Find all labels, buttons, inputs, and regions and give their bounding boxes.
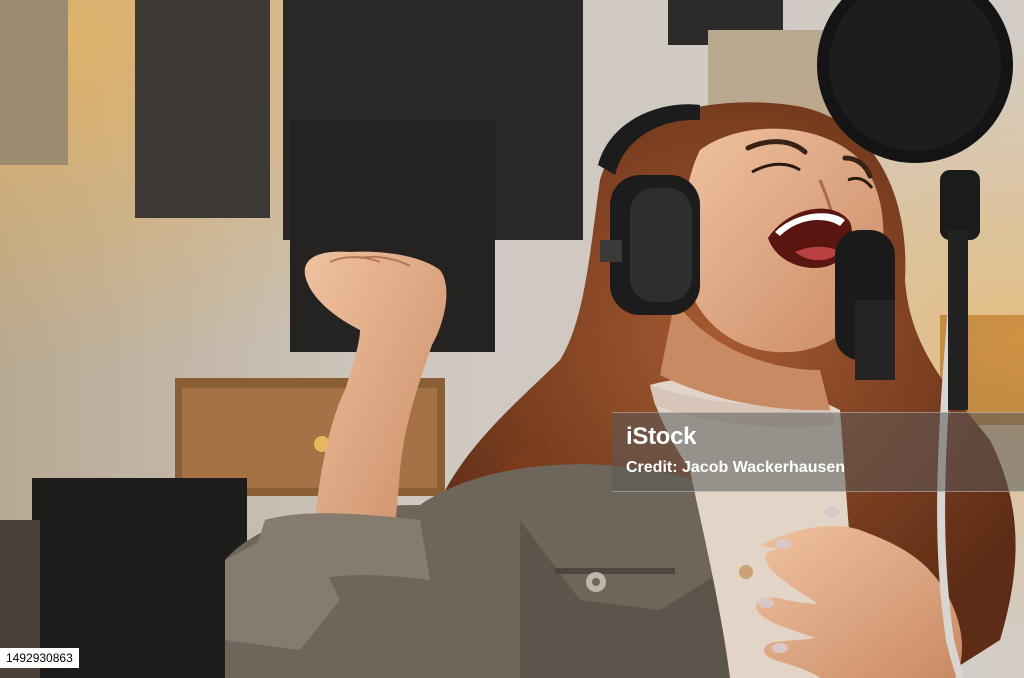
watermark-credit: Credit: Jacob Wackerhausen — [626, 459, 846, 476]
image-id-label: 1492930863 — [0, 648, 79, 668]
singer-photo-illustration — [0, 0, 1024, 678]
watermark-box: iStock Credit: Jacob Wackerhausen — [612, 412, 1024, 492]
watermark-brand: iStock — [626, 423, 697, 450]
stock-photo: iStock Credit: Jacob Wackerhausen 149293… — [0, 0, 1024, 678]
